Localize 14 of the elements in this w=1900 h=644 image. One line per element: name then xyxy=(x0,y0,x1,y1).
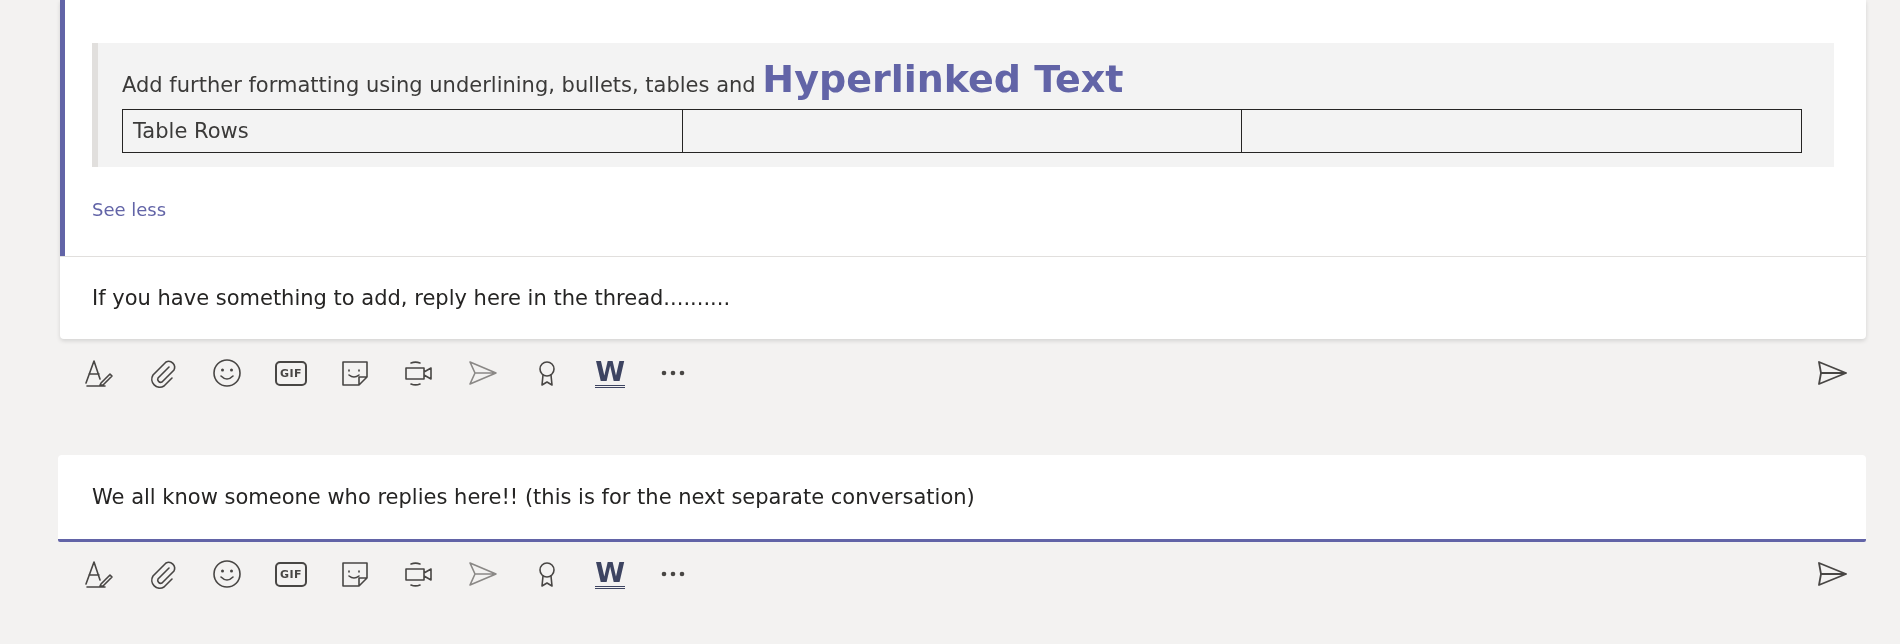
reply-field[interactable]: If you have something to add, reply here in the thread.......... xyxy=(60,256,1866,339)
see-less-link[interactable]: See less xyxy=(92,199,167,220)
gif-button[interactable]: GIF xyxy=(275,561,308,587)
format-icon[interactable] xyxy=(83,558,115,590)
format-icon[interactable] xyxy=(83,357,115,389)
compose-field[interactable]: We all know someone who replies here!! (this is for the next separate conversation) xyxy=(58,455,1866,542)
quote-text: Add further formatting using underlining, bullets, tables and Hyperlinked Text xyxy=(122,59,1125,103)
hyperlink[interactable]: Hyperlinked Text xyxy=(762,57,1124,101)
reply-placeholder: If you have something to add, reply here in the thread.......... xyxy=(92,286,731,310)
gif-button[interactable]: GIF xyxy=(275,360,308,386)
emoji-icon[interactable] xyxy=(211,357,243,389)
emoji-icon[interactable] xyxy=(211,558,243,590)
compose-text: We all know someone who replies here!! (this is for the next separate conversation) xyxy=(92,485,975,509)
table-cell: Table Rows xyxy=(122,109,683,153)
